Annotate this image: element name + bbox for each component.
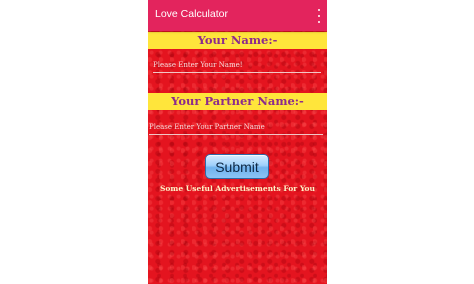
partner-name-heading: Your Partner Name:- <box>148 93 327 110</box>
app-title: Love Calculator <box>155 8 228 20</box>
submit-button[interactable]: Submit <box>205 154 269 179</box>
app-screen: Love Calculator Your Name:- Your Partner… <box>148 0 327 284</box>
more-vert-icon[interactable] <box>315 9 323 23</box>
app-bar: Love Calculator <box>148 0 327 31</box>
partner-name-input[interactable] <box>149 120 323 135</box>
advertisements-label: Some Useful Advertisements For You <box>160 184 315 193</box>
name-input[interactable] <box>153 58 321 73</box>
your-name-heading: Your Name:- <box>148 32 327 49</box>
form-area: Your Name:- Your Partner Name:- Submit S… <box>148 31 327 284</box>
